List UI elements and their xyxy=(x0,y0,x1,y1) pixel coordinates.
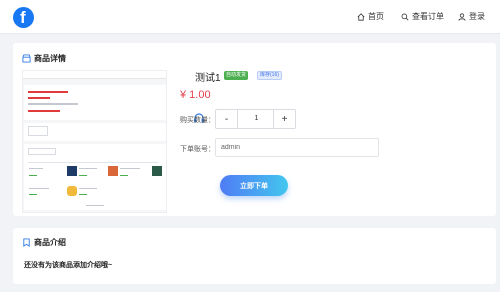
product-intro-title: 商品介绍 xyxy=(34,238,66,247)
product-name: 测试1 xyxy=(195,73,221,84)
account-label: 下单账号： xyxy=(180,146,215,153)
quantity-label: 购买数量： xyxy=(180,117,215,124)
nav-login-label: 登录 xyxy=(469,12,485,21)
product-detail-heading: 商品详情 xyxy=(22,53,66,64)
product-detail-card: 商品详情 测试1 自动发货 库存(16) ¥ 1.00 购买数量： - 1 + … xyxy=(13,43,496,216)
nav-view-orders[interactable]: 查看订单 xyxy=(401,11,444,22)
quantity-stepper: - 1 + xyxy=(215,109,296,129)
product-intro-text: 还没有为该商品添加介绍哦~ xyxy=(24,262,113,269)
nav-view-orders-label: 查看订单 xyxy=(412,12,444,21)
nav-home[interactable]: 首页 xyxy=(357,11,384,22)
auto-delivery-badge: 自动发货 xyxy=(224,71,249,80)
stock-badge: 库存(16) xyxy=(257,71,282,80)
top-navbar: f 首页 查看订单 登录 xyxy=(0,0,500,34)
quantity-plus-button[interactable]: + xyxy=(273,110,295,128)
intro-icon xyxy=(23,238,30,247)
place-order-button[interactable]: 立即下单 xyxy=(220,175,288,196)
quantity-minus-button[interactable]: - xyxy=(216,110,238,128)
shop-icon xyxy=(22,54,31,63)
account-input[interactable] xyxy=(215,138,379,157)
quantity-value[interactable]: 1 xyxy=(238,110,275,128)
product-intro-card: 商品介绍 还没有为该商品添加介绍哦~ xyxy=(13,228,496,284)
product-preview-image xyxy=(22,70,167,213)
user-icon xyxy=(458,12,466,21)
search-icon xyxy=(401,13,409,20)
nav-home-label: 首页 xyxy=(368,12,384,21)
facebook-logo-icon[interactable]: f xyxy=(13,7,34,28)
product-detail-title: 商品详情 xyxy=(34,54,66,63)
product-intro-heading: 商品介绍 xyxy=(22,237,66,248)
nav-login[interactable]: 登录 xyxy=(458,11,485,22)
product-price: ¥ 1.00 xyxy=(180,89,211,101)
home-icon xyxy=(357,12,365,21)
